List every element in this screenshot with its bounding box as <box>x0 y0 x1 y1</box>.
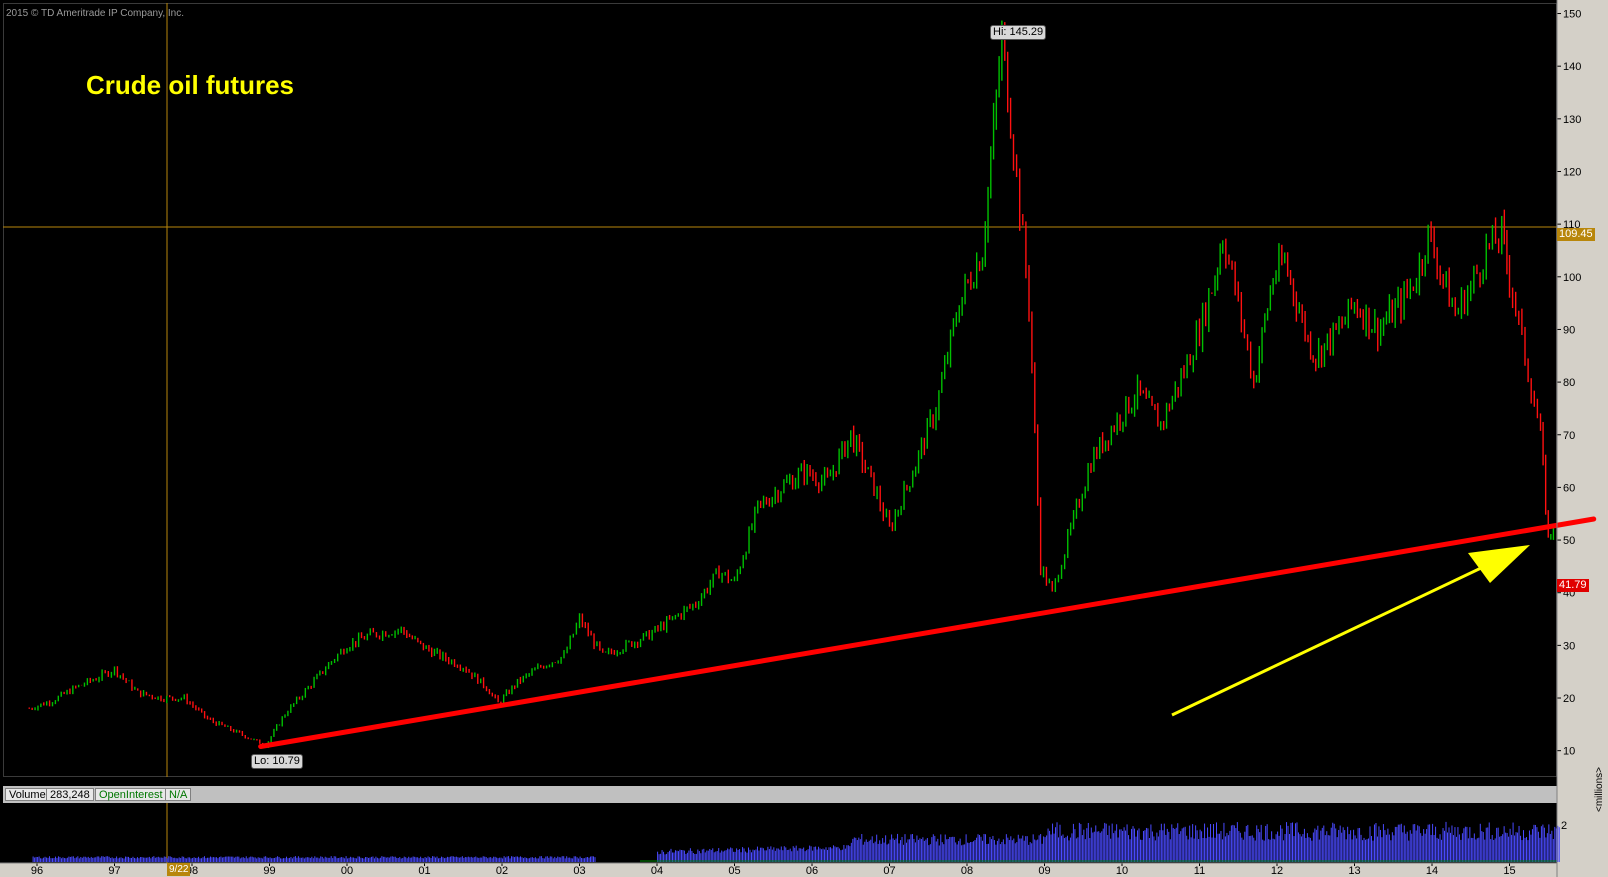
x-tick-label: 03 <box>573 865 585 877</box>
volume-axis-tick: 2 <box>1561 820 1568 832</box>
x-tick-label: 09 <box>1038 865 1050 877</box>
x-tick-label: 14 <box>1426 865 1438 877</box>
volume-label: Volume <box>5 788 50 801</box>
x-tick-label: 05 <box>728 865 740 877</box>
last-price-badge: 41.79 <box>1557 579 1589 592</box>
volume-value: 283,248 <box>46 788 94 801</box>
y-tick-label: 10 <box>1563 746 1575 758</box>
support-trendline <box>258 516 1597 750</box>
price-chart-svg: 10203040506070809010011012013014015096 97… <box>0 0 1597 877</box>
y-tick-label: 140 <box>1563 61 1581 73</box>
x-tick-label: 02 <box>496 865 508 877</box>
x-tick-label: 06 <box>806 865 818 877</box>
chart-title: Crude oil futures <box>86 70 295 100</box>
x-tick-label: 99 <box>263 865 275 877</box>
low-price-badge: Lo: 10.79 <box>251 754 303 769</box>
arrow-head <box>1468 545 1530 583</box>
high-price-badge: Hi: 145.29 <box>990 25 1047 40</box>
x-tick-label: 01 <box>418 865 430 877</box>
crosshair-price-badge: 109.45 <box>1557 228 1595 241</box>
x-tick-label: 13 <box>1348 865 1360 877</box>
y-tick-label: 30 <box>1563 640 1575 652</box>
x-tick-label: 97 <box>108 865 120 877</box>
y-tick-label: 130 <box>1563 114 1581 126</box>
x-tick-label: 04 <box>651 865 663 877</box>
y-tick-label: 90 <box>1563 324 1575 336</box>
copyright-notice: 2015 © TD Ameritrade IP Company, Inc. <box>6 8 185 19</box>
y-tick-label: 50 <box>1563 535 1575 547</box>
y-tick-label: 100 <box>1563 272 1581 284</box>
x-tick-label: 07 <box>883 865 895 877</box>
crosshair-date-badge: 9/22 <box>167 863 191 876</box>
x-tick-label: 96 <box>31 865 43 877</box>
x-tick-label: 15 <box>1503 865 1515 877</box>
chart-window: 10 20 30 40 50 60 70 80 90 100 110 120 130 140 150 96 97… <box>0 0 1608 877</box>
x-tick-label: 10 <box>1116 865 1128 877</box>
x-tick-label: 00 <box>341 865 353 877</box>
openinterest-value: N/A <box>165 788 192 801</box>
x-tick-label: 08 <box>961 865 973 877</box>
y-tick-label: 150 <box>1563 9 1581 21</box>
volume-axis-unit: <millions> <box>1594 766 1605 812</box>
y-tick-label: 70 <box>1563 430 1575 442</box>
x-tick-label: 11 <box>1194 865 1205 877</box>
y-tick-label: 120 <box>1563 166 1581 178</box>
openinterest-label: OpenInterest <box>95 788 167 801</box>
y-tick-label: 80 <box>1563 377 1575 389</box>
x-tick-label: 12 <box>1271 865 1283 877</box>
y-tick-label: 60 <box>1563 482 1575 494</box>
y-tick-label: 20 <box>1563 693 1575 705</box>
